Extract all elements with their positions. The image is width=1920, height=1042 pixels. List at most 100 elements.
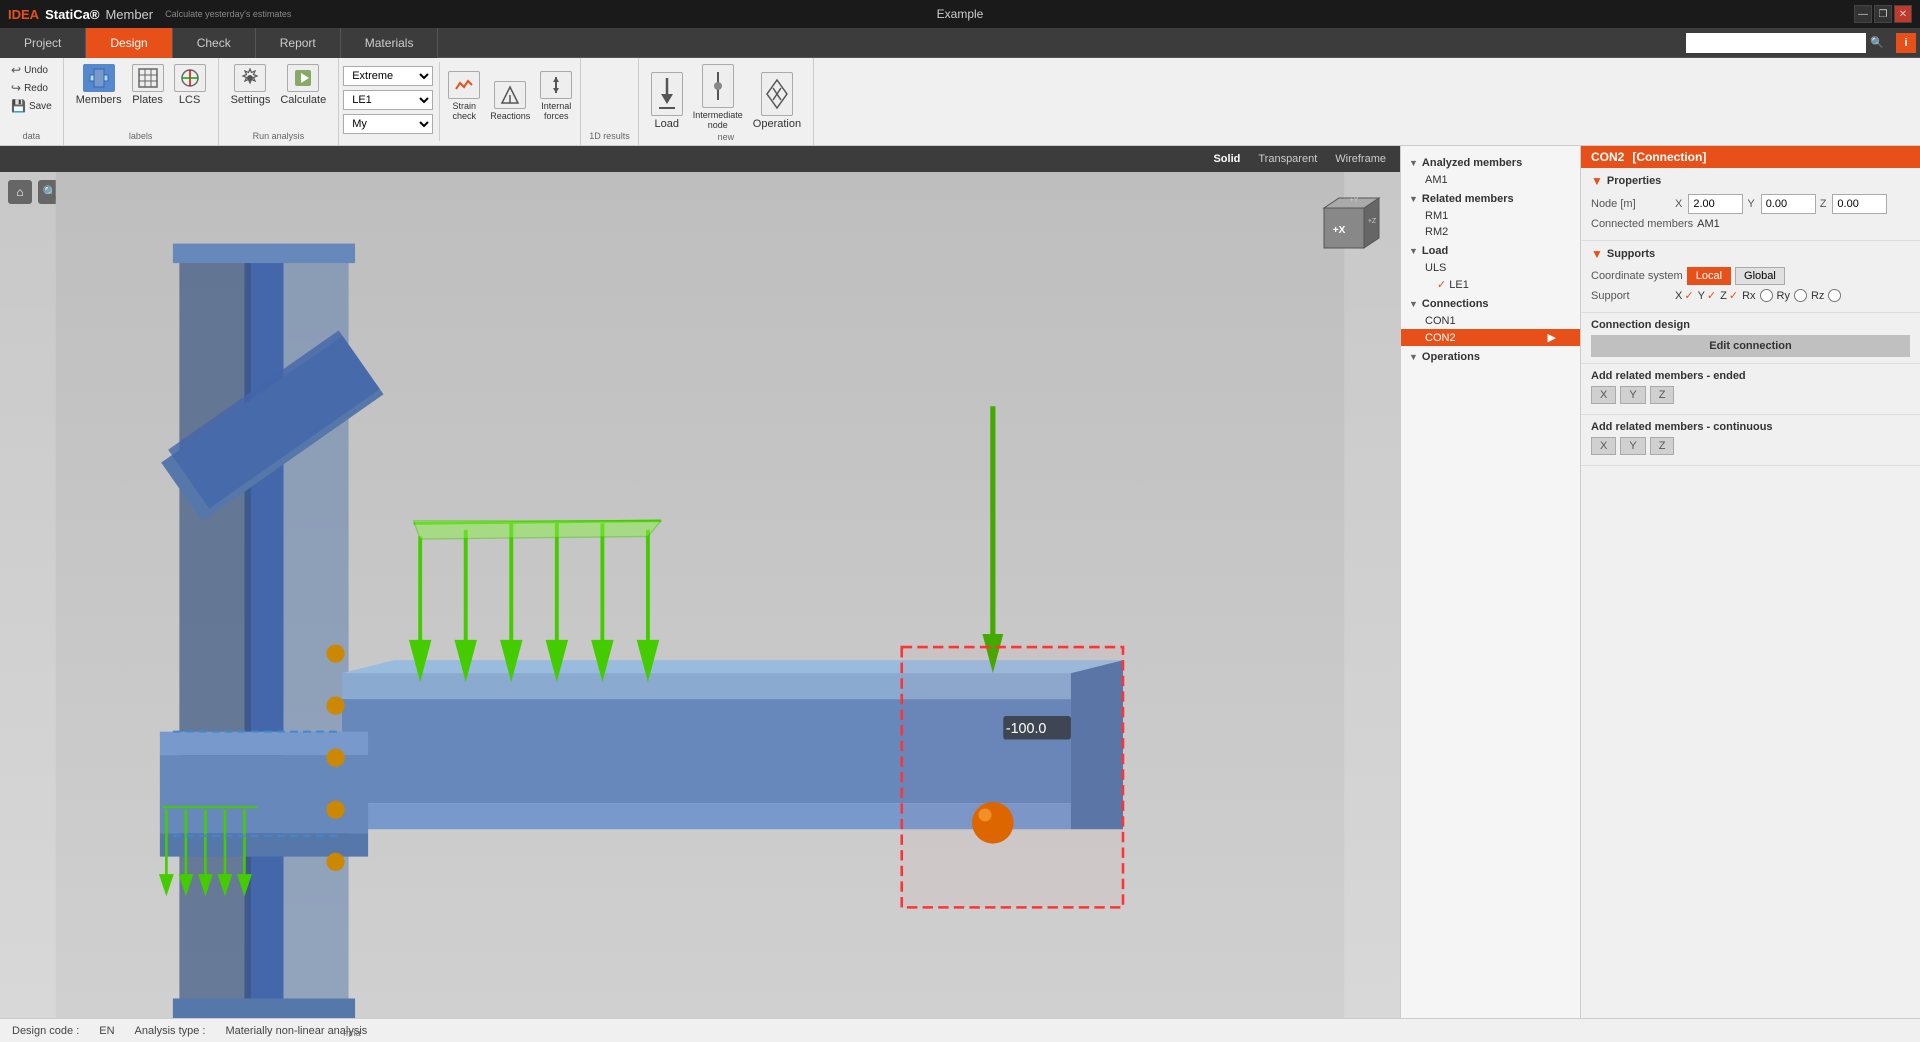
ry-radio[interactable] — [1794, 289, 1807, 302]
app-name: StatiCa® — [45, 7, 99, 22]
minimize-btn[interactable]: — — [1854, 5, 1872, 23]
ribbon-group-data: ↩ Undo ↪ Redo 💾 Save data — [0, 58, 64, 145]
support-label: Support — [1591, 290, 1671, 302]
svg-text:+Y: +Y — [1350, 197, 1359, 204]
y-label: Y — [1698, 290, 1705, 302]
edit-connection-btn[interactable]: Edit connection — [1591, 335, 1910, 357]
tab-project[interactable]: Project — [0, 28, 86, 58]
load-icon — [651, 72, 683, 116]
load-label: Load — [655, 118, 679, 130]
operation-btn[interactable]: Operation — [749, 70, 805, 132]
tab-report[interactable]: Report — [256, 28, 341, 58]
ribbon-group-1d-results: 1D results — [581, 58, 639, 145]
rx-radio[interactable] — [1760, 289, 1773, 302]
tab-design[interactable]: Design — [86, 28, 172, 58]
add-ended-axes: X Y Z — [1591, 386, 1910, 404]
y-check-icon[interactable]: ✓ — [1707, 289, 1716, 302]
support-row: Support X ✓ Y ✓ Z ✓ Rx — [1591, 289, 1910, 302]
node-y-input[interactable] — [1761, 194, 1816, 214]
connections-header[interactable]: ▼ Connections — [1401, 295, 1580, 313]
tree-section-connections: ▼ Connections CON1 CON2 ▶ — [1401, 295, 1580, 346]
settings-btn[interactable]: Settings — [227, 62, 275, 108]
close-btn[interactable]: ✕ — [1894, 5, 1912, 23]
tab-check[interactable]: Check — [173, 28, 256, 58]
members-label: Members — [76, 94, 122, 106]
add-ended-y-btn[interactable]: Y — [1620, 386, 1645, 404]
canvas-area[interactable]: ⌂ 🔍 🔎 ✛ ↺ ⛶ 💬 — [0, 172, 1400, 1018]
add-continuous-x-btn[interactable]: X — [1591, 437, 1616, 455]
support-rz: Rz — [1811, 289, 1841, 302]
x-check-icon[interactable]: ✓ — [1684, 289, 1693, 302]
members-btn[interactable]: Members — [72, 62, 126, 108]
reactions-btn[interactable]: Reactions — [486, 79, 534, 123]
related-members-header[interactable]: ▼ Related members — [1401, 190, 1580, 208]
add-ended-z-btn[interactable]: Z — [1650, 386, 1675, 404]
mna-label: mna — [343, 1028, 361, 1040]
support-z: Z ✓ — [1720, 289, 1738, 302]
transparent-mode-btn[interactable]: Transparent — [1252, 151, 1323, 167]
tree-section-operations: ▼ Operations — [1401, 348, 1580, 366]
node-x-input[interactable] — [1688, 194, 1743, 214]
new-label: new — [718, 132, 735, 144]
tree-item-rm2[interactable]: RM2 — [1401, 224, 1580, 240]
analyzed-members-header[interactable]: ▼ Analyzed members — [1401, 154, 1580, 172]
settings-icon — [234, 64, 266, 92]
add-continuous-y-btn[interactable]: Y — [1620, 437, 1645, 455]
status-bar: Design code : EN Analysis type : Materia… — [0, 1018, 1920, 1042]
node-z-input[interactable] — [1832, 194, 1887, 214]
tab-materials[interactable]: Materials — [341, 28, 439, 58]
analyzed-members-label: Analyzed members — [1422, 157, 1522, 169]
plates-btn[interactable]: Plates — [128, 62, 168, 108]
rz-radio[interactable] — [1828, 289, 1841, 302]
search-btn[interactable]: 🔍 — [1866, 33, 1888, 53]
solid-mode-btn[interactable]: Solid — [1207, 151, 1246, 167]
tree-item-am1[interactable]: AM1 — [1401, 172, 1580, 188]
panel-connection-type: [Connection] — [1632, 150, 1706, 164]
undo-btn[interactable]: ↩ Undo — [8, 62, 55, 78]
extreme-dropdown[interactable]: Extreme — [343, 66, 433, 86]
orientation-cube[interactable]: +X +Z +Y — [1304, 188, 1384, 268]
add-ended-x-btn[interactable]: X — [1591, 386, 1616, 404]
run-analysis-buttons: Settings Calculate — [227, 62, 331, 108]
intermediate-node-btn[interactable]: Intermediatenode — [689, 62, 747, 132]
add-continuous-z-btn[interactable]: Z — [1650, 437, 1675, 455]
operations-header[interactable]: ▼ Operations — [1401, 348, 1580, 366]
info-btn[interactable]: i — [1896, 33, 1916, 53]
main-area: Solid Transparent Wireframe ⌂ 🔍 🔎 ✛ ↺ ⛶ … — [0, 146, 1920, 1018]
save-btn[interactable]: 💾 Save — [8, 98, 55, 114]
tree-section-related-members: ▼ Related members RM1 RM2 — [1401, 190, 1580, 240]
tree-item-le1[interactable]: ✓ LE1 — [1401, 276, 1580, 293]
le1-dropdown[interactable]: LE1 — [343, 90, 433, 110]
tree-item-con2[interactable]: CON2 ▶ — [1401, 329, 1580, 346]
wireframe-mode-btn[interactable]: Wireframe — [1329, 151, 1392, 167]
search-input[interactable] — [1686, 33, 1866, 53]
right-panel-header: CON2 [Connection] — [1581, 146, 1920, 168]
supports-collapse-icon: ▼ — [1591, 247, 1603, 261]
load-btn[interactable]: Load — [647, 70, 687, 132]
local-btn[interactable]: Local — [1687, 267, 1731, 285]
operations-arrow: ▼ — [1409, 352, 1418, 362]
maximize-btn[interactable]: ❐ — [1874, 5, 1892, 23]
x-label: X — [1675, 290, 1682, 302]
redo-btn[interactable]: ↪ Redo — [8, 80, 55, 96]
my-dropdown[interactable]: My — [343, 114, 433, 134]
calculate-btn[interactable]: Calculate — [276, 62, 330, 108]
internal-forces-btn[interactable]: Internalforces — [536, 69, 576, 123]
strain-check-btn[interactable]: Straincheck — [444, 69, 484, 123]
tree-panel: ▼ Analyzed members AM1 ▼ Related members… — [1400, 146, 1580, 1018]
supports-header[interactable]: ▼ Supports — [1591, 247, 1910, 261]
support-ry: Ry — [1777, 289, 1807, 302]
z-check-icon[interactable]: ✓ — [1729, 289, 1738, 302]
tree-item-rm1[interactable]: RM1 — [1401, 208, 1580, 224]
properties-header[interactable]: ▼ Properties — [1591, 174, 1910, 188]
lcs-btn[interactable]: LCS — [170, 62, 210, 108]
load-header[interactable]: ▼ Load — [1401, 242, 1580, 260]
support-y: Y ✓ — [1698, 289, 1717, 302]
tree-item-con1[interactable]: CON1 — [1401, 313, 1580, 329]
search-area: 🔍 — [1686, 33, 1888, 53]
global-btn[interactable]: Global — [1735, 267, 1785, 285]
tree-item-uls[interactable]: ULS — [1401, 260, 1580, 276]
strain-check-label: Straincheck — [452, 101, 476, 121]
ribbon: ↩ Undo ↪ Redo 💾 Save data Mem — [0, 58, 1920, 146]
connected-members-row: Connected members AM1 — [1591, 218, 1910, 230]
